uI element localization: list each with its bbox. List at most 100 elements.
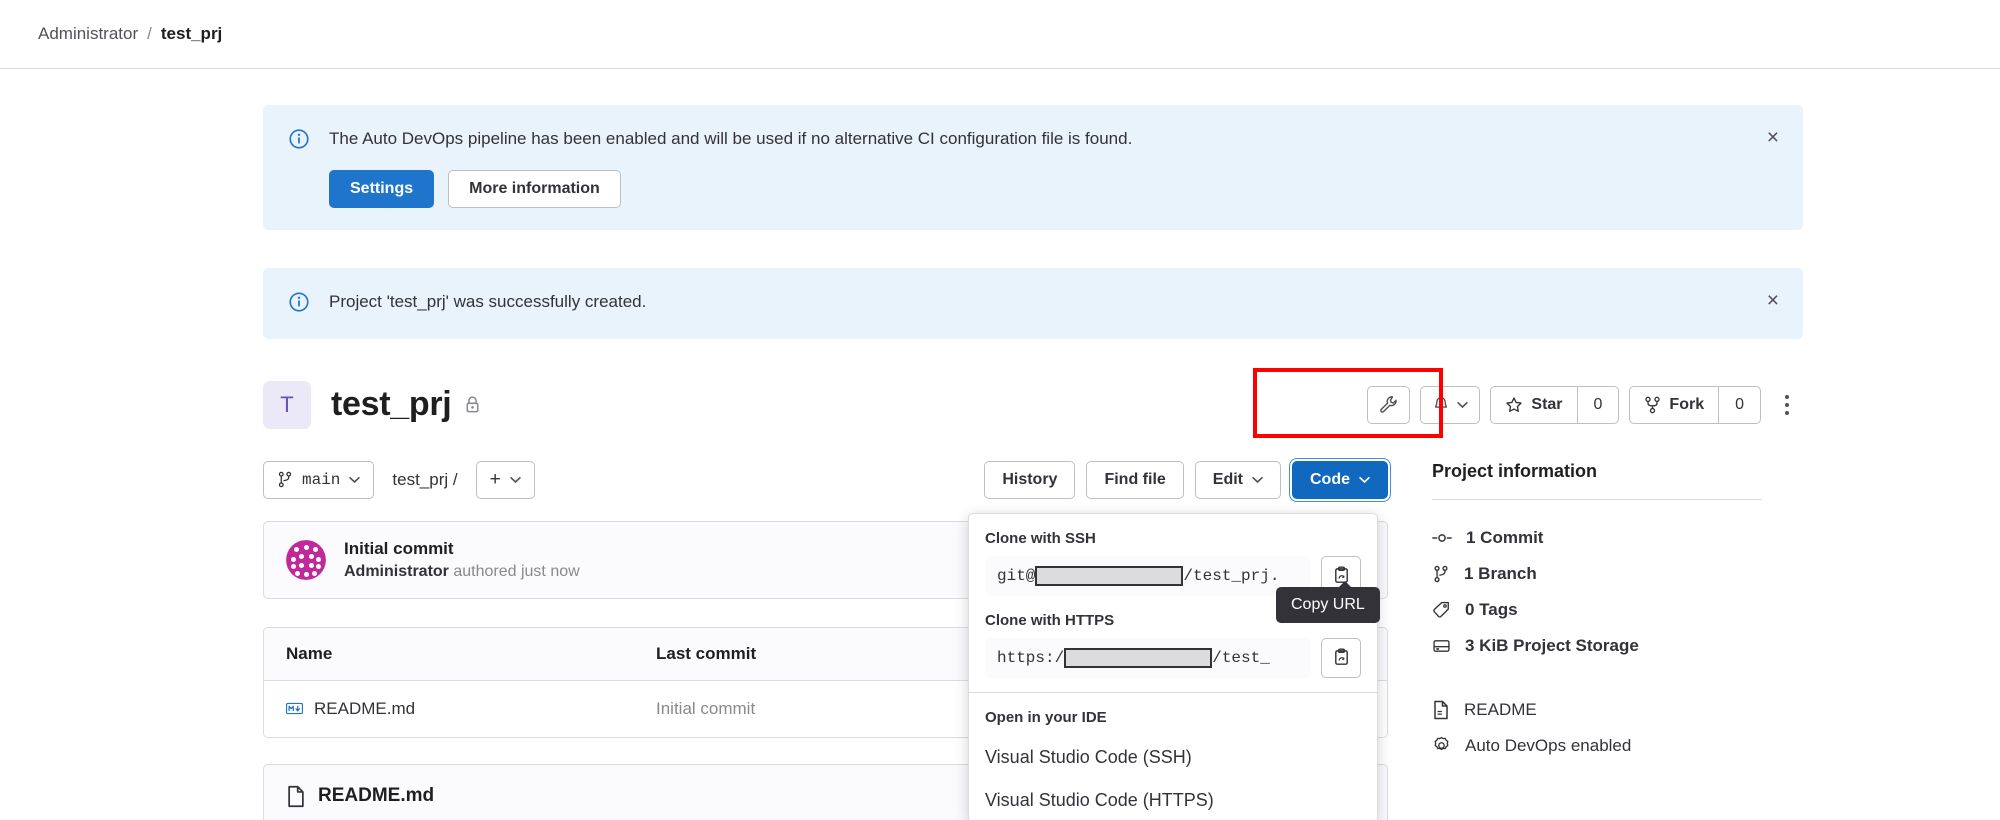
star-button-group: Star 0 xyxy=(1490,385,1620,424)
ssh-url-suffix: /test_prj. xyxy=(1183,566,1280,585)
sidebar-label: 1 Branch xyxy=(1464,563,1537,583)
sidebar-label: 3 KiB Project Storage xyxy=(1465,635,1639,655)
clone-ssh-label: Clone with SSH xyxy=(985,529,1096,547)
breadcrumb-current[interactable]: test_prj xyxy=(161,24,222,44)
gear-icon xyxy=(1434,737,1449,751)
repo-toolbar-right: History Find file Edit Code xyxy=(984,460,1388,499)
close-icon[interactable]: × xyxy=(1767,290,1779,311)
project-information-sidebar: Project information 1 Commit 1 Branch 0 … xyxy=(1432,461,1762,820)
storage-icon xyxy=(1433,639,1450,652)
breadcrumb-separator: / xyxy=(147,24,152,43)
document-icon xyxy=(1434,700,1448,719)
commit-author[interactable]: Administrator xyxy=(344,563,449,580)
star-label: Star xyxy=(1531,395,1563,413)
fork-button[interactable]: Fork xyxy=(1630,387,1718,423)
alert-body: The Auto DevOps pipeline has been enable… xyxy=(329,127,1777,208)
clipboard-icon xyxy=(1334,648,1348,666)
redacted-host xyxy=(1064,647,1213,668)
settings-wrench-button[interactable] xyxy=(1367,385,1411,424)
fork-button-group: Fork 0 xyxy=(1629,385,1761,424)
file-name-cell: README.md xyxy=(286,699,656,719)
sidebar-label: Auto DevOps enabled xyxy=(1465,735,1632,755)
tag-icon xyxy=(1433,601,1449,618)
chevron-down-icon xyxy=(349,476,361,483)
main-content: The Auto DevOps pipeline has been enable… xyxy=(263,69,1803,820)
star-button[interactable]: Star xyxy=(1491,387,1576,423)
copy-https-url-button[interactable] xyxy=(1321,637,1361,678)
more-information-button[interactable]: More information xyxy=(448,169,621,208)
repo-toolbar-left: main test_prj / + xyxy=(263,460,535,499)
code-button[interactable]: Code xyxy=(1292,460,1388,499)
plus-icon: + xyxy=(489,468,501,490)
commit-icon xyxy=(1432,533,1452,542)
body-columns: main test_prj / + History Find file Edit… xyxy=(263,460,1803,820)
edit-button[interactable]: Edit xyxy=(1194,460,1281,499)
info-circle-icon xyxy=(289,129,309,154)
readme-card-title: README.md xyxy=(318,785,435,807)
branch-name: main xyxy=(302,470,341,489)
alert-body: Project 'test_prj' was successfully crea… xyxy=(329,290,1777,315)
sidebar-item-readme[interactable]: README xyxy=(1432,692,1762,728)
sidebar-item-tags[interactable]: 0 Tags xyxy=(1432,592,1762,628)
chevron-down-icon xyxy=(1252,476,1263,483)
chevron-down-icon xyxy=(1457,401,1469,408)
https-url-field[interactable]: https:/ /test_ xyxy=(985,637,1311,678)
sidebar-item-commits[interactable]: 1 Commit xyxy=(1432,520,1762,556)
star-icon xyxy=(1506,396,1523,412)
ssh-url-field[interactable]: git@ /test_prj. xyxy=(985,555,1311,596)
fork-label: Fork xyxy=(1669,395,1705,413)
settings-button[interactable]: Settings xyxy=(329,169,435,208)
gitlab-project-overview-page: Administrator / test_prj The Auto DevOps… xyxy=(0,0,2000,820)
https-url-prefix: https:/ xyxy=(997,648,1065,667)
file-name[interactable]: README.md xyxy=(314,699,415,719)
find-file-button[interactable]: Find file xyxy=(1086,460,1184,499)
history-button[interactable]: History xyxy=(984,460,1076,499)
vscode-ssh-item[interactable]: Visual Studio Code (SSH) xyxy=(969,736,1377,779)
ssh-url-prefix: git@ xyxy=(997,566,1036,585)
avatar: T xyxy=(263,380,311,429)
divider xyxy=(1432,498,1762,500)
alert-message: Project 'test_prj' was successfully crea… xyxy=(329,291,647,311)
sidebar-label: 0 Tags xyxy=(1465,599,1518,619)
fork-icon xyxy=(1645,396,1661,413)
sidebar-label: 1 Commit xyxy=(1466,527,1544,547)
breadcrumb: Administrator / test_prj xyxy=(0,0,2000,69)
notifications-button[interactable] xyxy=(1420,385,1481,424)
sidebar-stats: 1 Commit 1 Branch 0 Tags 3 KiB Project S… xyxy=(1432,520,1762,664)
branch-icon xyxy=(278,471,292,488)
project-identity: T test_prj xyxy=(263,380,481,429)
branch-icon xyxy=(1434,565,1448,582)
sidebar-label: README xyxy=(1464,699,1537,719)
branch-selector[interactable]: main xyxy=(263,460,375,499)
https-url-text: https:/ /test_ xyxy=(997,647,1270,668)
info-circle-icon xyxy=(289,292,309,317)
code-label: Code xyxy=(1310,470,1350,488)
chevron-down-icon xyxy=(509,476,521,483)
vscode-https-item[interactable]: Visual Studio Code (HTTPS) xyxy=(969,779,1377,820)
code-dropdown-panel: Clone with SSH git@ /test_prj. Clone wit… xyxy=(968,512,1378,820)
fork-count[interactable]: 0 xyxy=(1718,386,1760,423)
sidebar-item-auto-devops[interactable]: Auto DevOps enabled xyxy=(1432,728,1762,764)
repo-path: test_prj / xyxy=(392,469,458,489)
commit-message[interactable]: Initial commit xyxy=(344,539,580,559)
edit-label: Edit xyxy=(1212,470,1243,488)
auto-devops-alert: The Auto DevOps pipeline has been enable… xyxy=(263,105,1803,230)
sidebar-item-branches[interactable]: 1 Branch xyxy=(1432,556,1762,592)
sidebar-item-storage[interactable]: 3 KiB Project Storage xyxy=(1432,628,1762,664)
close-icon[interactable]: × xyxy=(1767,127,1779,148)
project-actions: Star 0 Fork 0 xyxy=(1367,385,1803,424)
sidebar-title: Project information xyxy=(1432,460,1598,481)
ssh-url-text: git@ /test_prj. xyxy=(997,565,1280,586)
star-count[interactable]: 0 xyxy=(1576,386,1619,423)
breadcrumb-owner[interactable]: Administrator xyxy=(38,24,138,44)
avatar xyxy=(286,539,326,580)
add-to-repo-button[interactable]: + xyxy=(475,460,535,499)
column-name: Name xyxy=(286,643,333,663)
open-in-ide-label: Open in your IDE xyxy=(985,708,1107,726)
alert-actions: Settings More information xyxy=(329,169,1777,208)
chevron-down-icon xyxy=(1359,476,1370,483)
lock-icon xyxy=(464,395,481,414)
page-title: test_prj xyxy=(331,385,452,424)
more-actions-icon[interactable] xyxy=(1771,386,1803,424)
